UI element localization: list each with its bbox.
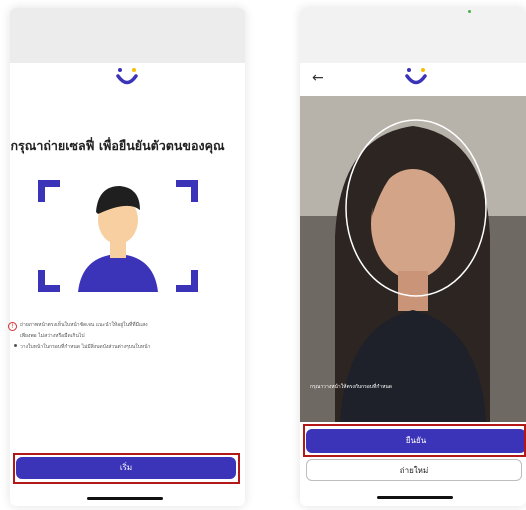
home-indicator (377, 496, 453, 499)
camera-caption: กรุณาวางหน้าให้ตรงกับกรอบที่กำหนด (310, 384, 393, 390)
status-bar (10, 8, 245, 63)
page-title: กรุณาถ่ายเซลฟี่ เพื่อยืนยันตัวตนของคุณ (10, 138, 225, 153)
camera-preview (300, 96, 526, 422)
bullet-icon (14, 344, 17, 347)
logo-icon (115, 67, 139, 87)
back-arrow-icon[interactable]: ← (312, 70, 324, 86)
warning-icon: ! (8, 322, 17, 331)
highlight-box (13, 453, 240, 484)
highlight-box (303, 424, 526, 457)
instruction-line: วางใบหน้าในกรอบที่กำหนด ไม่มีสิ่งบดบังส่… (20, 344, 151, 350)
selfie-illustration (38, 170, 198, 302)
retake-button[interactable]: ถ่ายใหม่ (306, 459, 522, 481)
status-dot-icon (468, 10, 471, 13)
status-bar (300, 8, 526, 63)
instruction-notes: ถ่ายภาพหน้าตรงเห็นใบหน้าชัดเจน แนะนำให้อ… (20, 320, 234, 353)
instruction-line: เพียงพอ ไม่สว่างหรือมืดเกินไป (20, 333, 85, 339)
home-indicator (87, 497, 163, 500)
instruction-line: ถ่ายภาพหน้าตรงเห็นใบหน้าชัดเจน แนะนำให้อ… (20, 322, 148, 328)
logo-icon (404, 67, 428, 87)
